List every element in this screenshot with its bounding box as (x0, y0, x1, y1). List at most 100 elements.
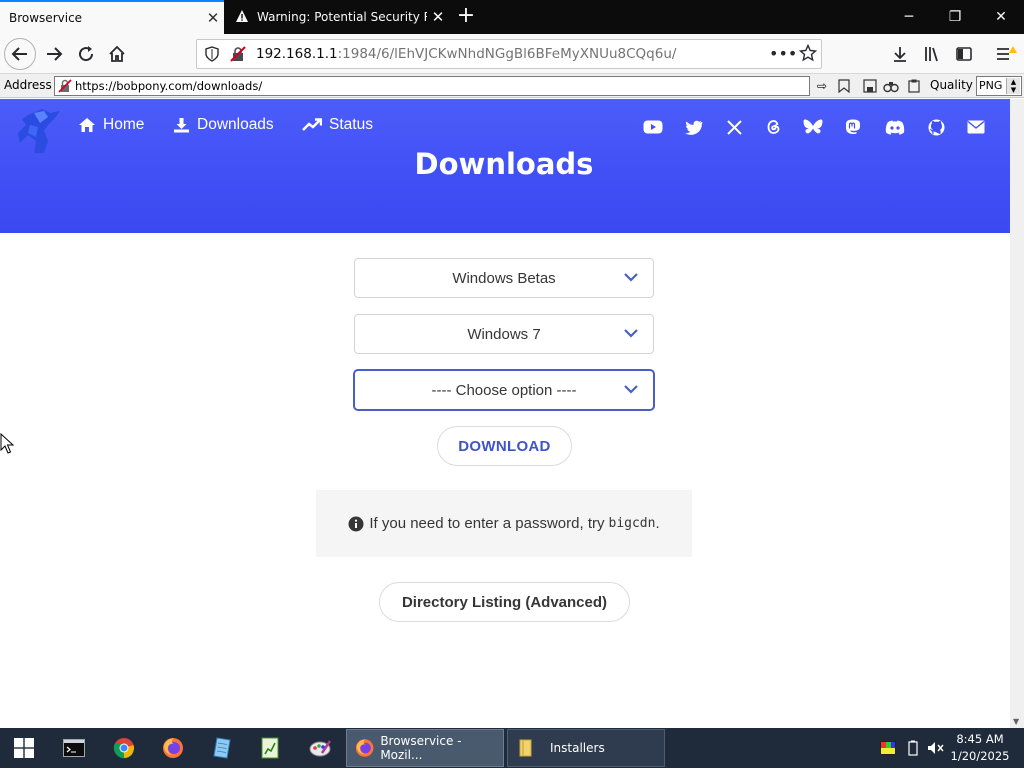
info-icon (348, 516, 364, 531)
scroll-down-icon[interactable]: ▼ (1013, 717, 1019, 726)
restore-button[interactable]: ❐ (932, 0, 978, 34)
reload-icon (79, 46, 94, 62)
find-icon[interactable] (881, 77, 901, 95)
chrome-icon[interactable] (104, 732, 144, 764)
site-header: Home Downloads Status Downloads (0, 99, 1010, 233)
download-button[interactable]: DOWNLOAD (437, 426, 572, 466)
library-button[interactable] (916, 38, 948, 70)
forward-button[interactable] (38, 38, 70, 70)
start-button[interactable] (4, 732, 44, 764)
password-code: bigcdn (608, 516, 656, 531)
threads-icon[interactable] (761, 117, 785, 137)
clock-time: 8:45 AM (956, 732, 1004, 746)
volume-muted-icon[interactable] (926, 738, 946, 758)
notebook-app-icon[interactable] (202, 732, 242, 764)
version-select[interactable]: Windows 7 (354, 314, 654, 354)
x-icon[interactable] (722, 117, 746, 137)
arrow-right-icon (47, 47, 63, 61)
minimize-button[interactable]: ─ (886, 0, 932, 34)
version-select-value: Windows 7 (467, 325, 541, 343)
clock-date: 1/20/2025 (950, 749, 1010, 763)
nav-home[interactable]: Home (78, 116, 144, 134)
color-app-tray-icon[interactable] (878, 738, 898, 758)
save-page-icon[interactable] (860, 77, 880, 95)
notice-text: If you need to enter a password, try (369, 515, 605, 532)
quality-label: Quality (930, 78, 973, 92)
go-button[interactable]: ⇨ (812, 77, 832, 95)
address-input[interactable]: https://bobpony.com/downloads/ (54, 76, 810, 96)
nav-downloads[interactable]: Downloads (173, 116, 274, 134)
home-icon (109, 45, 125, 62)
web-page: Home Downloads Status Downloads Windows … (0, 99, 1010, 728)
mail-icon[interactable] (964, 117, 988, 137)
shield-icon[interactable] (205, 46, 219, 66)
downloads-button[interactable] (884, 38, 916, 70)
option-select-value: ---- Choose option ---- (431, 381, 577, 399)
taskbar-item-installers[interactable]: Installers (507, 729, 665, 767)
bobpony-logo[interactable] (14, 103, 64, 153)
url-text: 192.168.1.1:1984/6/lEhVJCKwNhdNGgBl6BFeM… (256, 46, 676, 62)
bluesky-icon[interactable] (801, 117, 825, 137)
spreadsheet-app-icon[interactable] (250, 732, 290, 764)
reload-button[interactable] (70, 38, 102, 70)
home-icon (79, 118, 95, 132)
new-tab-button[interactable]: + (452, 0, 480, 34)
chevron-down-icon (624, 329, 638, 338)
clipboard-icon[interactable] (904, 77, 924, 95)
category-select[interactable]: Windows Betas (354, 258, 654, 298)
nav-status-label: Status (329, 116, 373, 133)
download-icon (894, 47, 906, 62)
paint-app-icon[interactable] (300, 732, 340, 764)
windows-logo-icon (14, 738, 34, 758)
warning-icon (235, 9, 249, 26)
menu-button[interactable] (990, 38, 1022, 70)
sidebar-button[interactable] (948, 38, 980, 70)
terminal-icon[interactable] (54, 732, 94, 764)
taskbar-item-label: Installers (550, 741, 605, 755)
nav-downloads-label: Downloads (197, 116, 274, 133)
tab-title: Browservice (9, 11, 83, 25)
category-select-value: Windows Betas (452, 269, 556, 287)
url-bar[interactable]: 192.168.1.1:1984/6/lEhVJCKwNhdNGgBl6BFeM… (196, 39, 822, 69)
sidebar-icon (956, 47, 972, 61)
tab-browservice[interactable]: Browservice ✕ (0, 0, 224, 34)
tab-title: Warning: Potential Security Risk Ahead (257, 10, 427, 24)
back-button[interactable] (4, 38, 36, 70)
option-select[interactable]: ---- Choose option ---- (354, 370, 654, 410)
discord-icon[interactable] (883, 117, 907, 137)
mastodon-icon[interactable] (841, 117, 865, 137)
library-icon (925, 47, 938, 62)
battery-icon[interactable] (903, 738, 923, 758)
bookmark-icon[interactable] (834, 77, 854, 95)
taskbar: Browservice - Mozil... Installers 8:45 A… (0, 728, 1024, 768)
url-path: :1984/6/lEhVJCKwNhdNGgBl6BFeMyXNUu8CQq6u… (337, 46, 677, 62)
insecure-lock-icon[interactable] (230, 46, 246, 66)
spinner-arrows-icon[interactable]: ▲ ▼ (1006, 78, 1020, 94)
quality-select[interactable]: PNG ▲ ▼ (976, 76, 1022, 96)
vertical-scrollbar[interactable]: ▼ (1010, 99, 1024, 728)
nav-home-label: Home (103, 116, 145, 133)
chevron-down-icon (624, 385, 638, 394)
home-button[interactable] (101, 38, 133, 70)
mouse-cursor-icon (0, 432, 15, 459)
nav-status[interactable]: Status (302, 116, 373, 134)
chevron-down-icon (624, 273, 638, 282)
insecure-lock-icon (58, 79, 72, 96)
close-window-button[interactable]: ✕ (978, 0, 1024, 34)
youtube-icon[interactable] (641, 117, 665, 137)
close-tab-icon[interactable]: ✕ (202, 9, 224, 27)
password-notice: If you need to enter a password, try big… (316, 490, 692, 557)
twitter-icon[interactable] (682, 117, 706, 137)
firefox-icon[interactable] (153, 732, 193, 764)
page-actions-icon[interactable]: ••• (769, 44, 797, 63)
taskbar-item-browservice[interactable]: Browservice - Mozil... (346, 729, 504, 767)
close-tab-icon[interactable]: ✕ (427, 8, 449, 26)
navigation-toolbar: 192.168.1.1:1984/6/lEhVJCKwNhdNGgBl6BFeM… (0, 34, 1024, 74)
quality-value: PNG (979, 79, 1003, 92)
system-clock[interactable]: 8:45 AM 1/20/2025 (950, 731, 1010, 765)
bookmark-star-icon[interactable] (798, 43, 818, 66)
directory-listing-button[interactable]: Directory Listing (Advanced) (379, 582, 630, 622)
github-icon[interactable] (924, 117, 948, 137)
download-icon (174, 118, 189, 133)
tab-security-warning[interactable]: Warning: Potential Security Risk Ahead ✕ (225, 0, 449, 34)
